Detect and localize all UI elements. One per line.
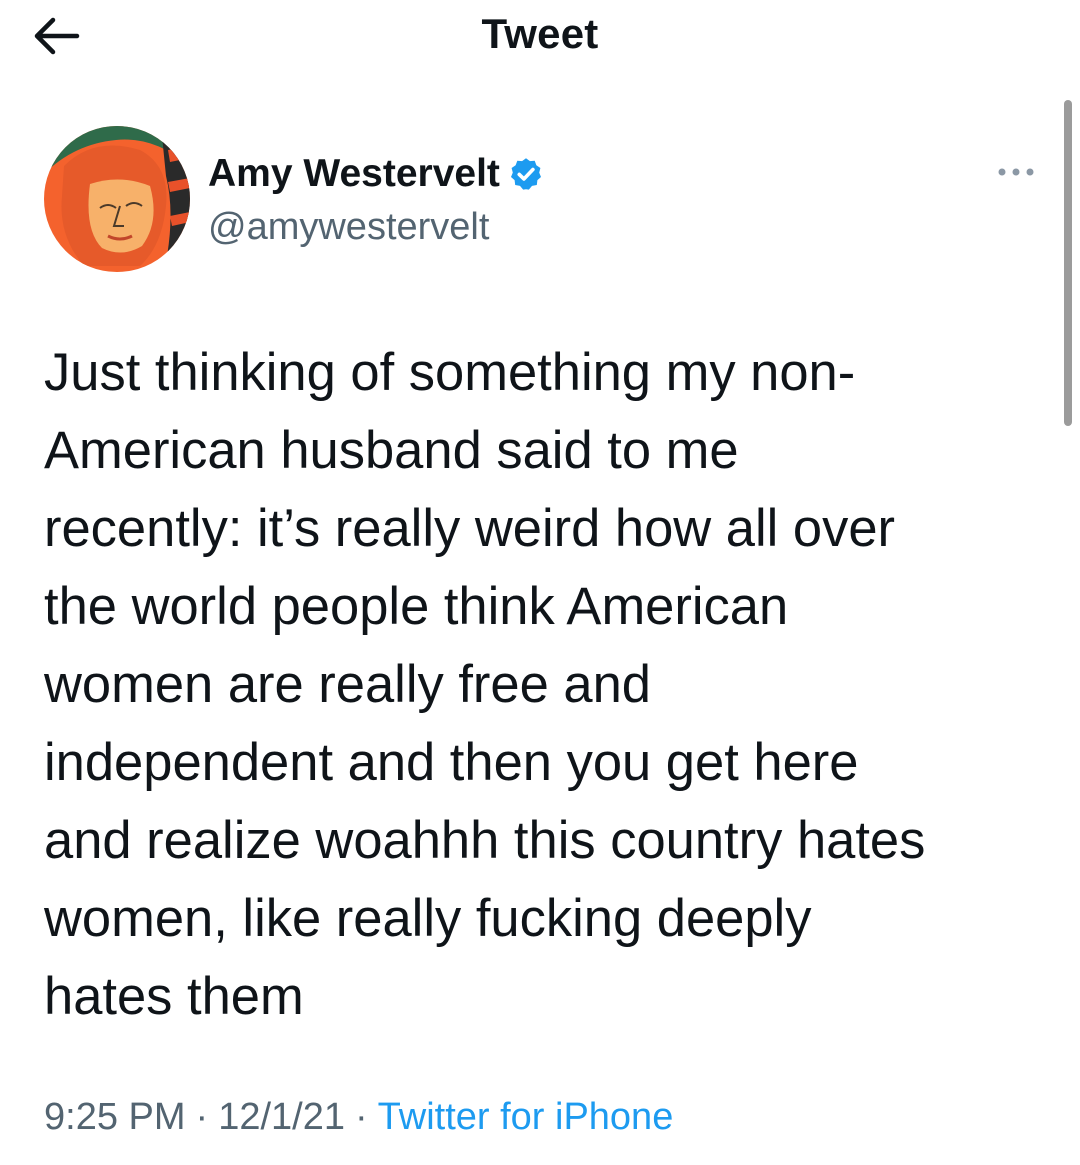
- page-title: Tweet: [481, 10, 599, 57]
- more-options-button[interactable]: [992, 160, 1040, 184]
- tweet-source-link[interactable]: Twitter for iPhone: [378, 1096, 674, 1139]
- tweet-date[interactable]: 12/1/21: [218, 1096, 345, 1139]
- verified-badge-icon: [510, 158, 541, 190]
- scrollbar[interactable]: [1064, 100, 1072, 426]
- author-handle[interactable]: @amywestervelt: [208, 206, 489, 249]
- top-bar: Tweet: [0, 0, 1080, 80]
- author-name[interactable]: Amy Westervelt: [208, 152, 500, 196]
- tweet-text: Just thinking of something my non- Ameri…: [44, 343, 926, 1026]
- meta-separator: ·: [195, 1096, 209, 1138]
- tweet-author: Amy Westervelt @amywestervelt: [44, 126, 1044, 276]
- tweet-time[interactable]: 9:25 PM: [44, 1096, 186, 1139]
- more-horizontal-icon: [998, 168, 1034, 176]
- tweet-meta: 9:25 PM · 12/1/21 · Twitter for iPhone: [44, 1096, 673, 1139]
- meta-separator: ·: [354, 1096, 368, 1138]
- avatar-illustration: [44, 126, 190, 272]
- avatar[interactable]: [44, 126, 190, 272]
